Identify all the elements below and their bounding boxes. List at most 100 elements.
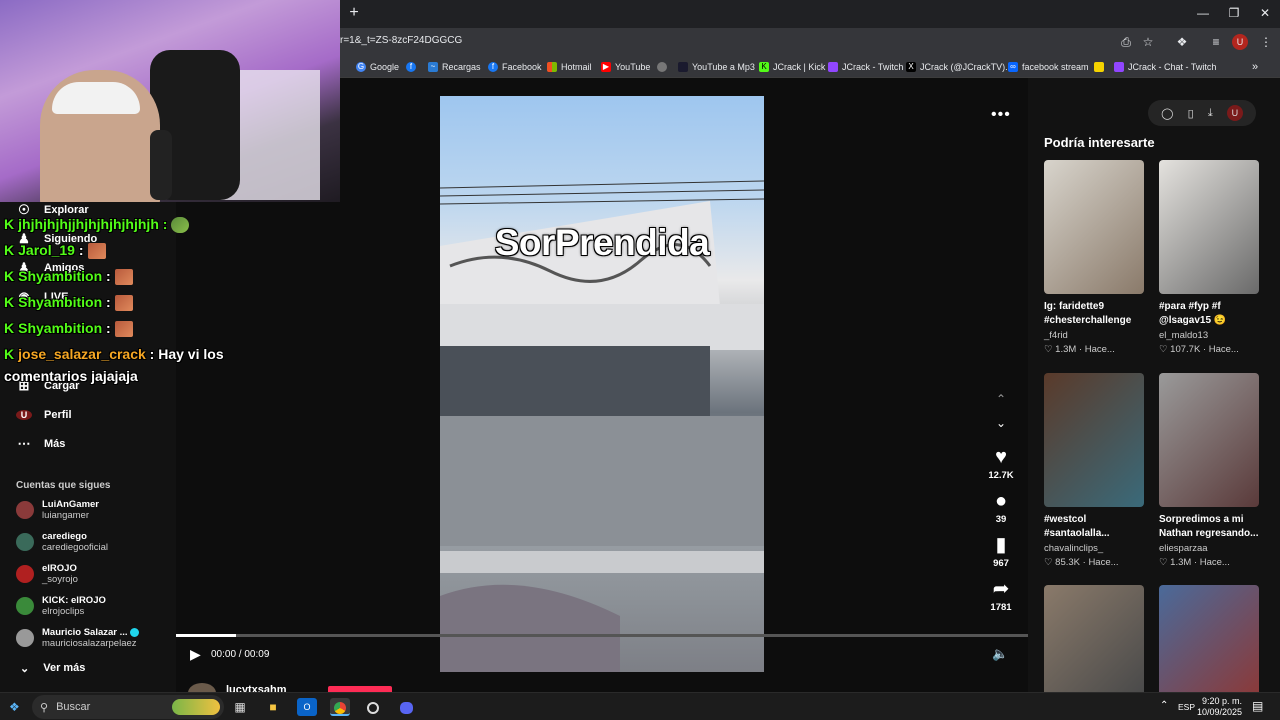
bookmark-globe[interactable]: [657, 60, 671, 74]
chat-message: K Shyambition :: [4, 320, 133, 338]
extensions-icon[interactable]: ❖: [1174, 34, 1190, 50]
heart-outline-icon: ♡: [1159, 557, 1168, 568]
video-thumbnail: [1159, 373, 1259, 507]
share-button[interactable]: ➦ 1781: [981, 578, 1021, 613]
discord-icon[interactable]: [396, 698, 416, 716]
like-button[interactable]: ♥ 12.7K: [981, 446, 1021, 481]
recommended-video-card[interactable]: [1044, 585, 1144, 692]
bookmark-facebook[interactable]: f Facebook: [488, 60, 542, 74]
x-icon: X: [906, 62, 916, 72]
followed-account[interactable]: Mauricio Salazar ... mauriciosalazarpela…: [16, 624, 140, 652]
avatar: [16, 597, 34, 615]
bookmark-yellow[interactable]: [1094, 60, 1108, 74]
nav-perfil[interactable]: U Perfil: [16, 405, 72, 425]
float-icon[interactable]: ◯: [1161, 107, 1173, 120]
bookmark-jcrack-chat-twitch[interactable]: JCrack - Chat - Twitch: [1114, 60, 1216, 74]
next-video-icon[interactable]: ⌄: [992, 416, 1010, 434]
restore-button[interactable]: ❐: [1219, 4, 1249, 22]
cast-icon[interactable]: ⎙: [1118, 34, 1134, 50]
previous-video-icon[interactable]: ⌃: [992, 392, 1010, 410]
language-indicator[interactable]: ESP: [1178, 702, 1195, 712]
youtube-icon: ▶: [601, 62, 611, 72]
taskbar-search[interactable]: ⚲ Buscar: [32, 695, 224, 719]
video-thumbnail: [1159, 160, 1259, 294]
recargas-icon: ~: [428, 62, 438, 72]
minimize-button[interactable]: —: [1188, 4, 1218, 22]
profile-avatar-icon[interactable]: U: [1232, 34, 1248, 50]
browser-menu-icon[interactable]: ⋮: [1258, 34, 1274, 50]
see-more-button[interactable]: ⌄ Ver más: [20, 662, 85, 675]
bookmark-hotmail[interactable]: Hotmail: [547, 60, 592, 74]
bookmark-jcrack-twitch[interactable]: JCrack - Twitch: [828, 60, 903, 74]
video-frame[interactable]: SorPrendida: [440, 96, 764, 672]
close-window-button[interactable]: ✕: [1250, 4, 1280, 22]
chat-message: K Shyambition :: [4, 268, 133, 286]
play-icon[interactable]: ▶: [190, 646, 201, 663]
task-view-icon[interactable]: ▦: [230, 698, 250, 716]
taskbar: ❖ ⚲ Buscar ▦ ■ O ⌃ ESP 9:20 p. m. 10/09/20…: [0, 692, 1280, 720]
outlook-icon[interactable]: O: [297, 698, 317, 716]
windows-start-icon[interactable]: ❖: [9, 700, 20, 714]
globe-icon: [657, 62, 667, 72]
video-caption: SorPrendida: [494, 222, 710, 263]
recommended-video-card[interactable]: Sorpredimos a mi Nathan regresando... el…: [1159, 373, 1259, 568]
recommended-video-card[interactable]: #westcol #santaolalla... chavalinclips_ …: [1044, 373, 1144, 568]
comment-icon: ●: [994, 490, 1008, 512]
bookmark-google[interactable]: G Google: [356, 60, 399, 74]
profile-avatar-icon[interactable]: U: [1226, 105, 1243, 121]
followed-account[interactable]: carediego carediegooficial: [16, 528, 108, 556]
media-controls-icon[interactable]: ≡: [1208, 34, 1224, 50]
twitch-icon: [828, 62, 838, 72]
bookmark-recargas[interactable]: ~ Recargas: [428, 60, 481, 74]
progress-bar[interactable]: [176, 634, 1028, 637]
chrome-icon[interactable]: [330, 698, 350, 716]
new-tab-button[interactable]: +: [345, 4, 363, 22]
recommended-video-card[interactable]: #para #fyp #f @lsagav15 😉 el_maldo13 ♡ 1…: [1159, 160, 1259, 355]
taskbar-clock[interactable]: 9:20 p. m. 10/09/2025: [1196, 696, 1242, 718]
system-tray-chevron-icon[interactable]: ⌃: [1160, 700, 1168, 711]
bookmark-jcrack-x[interactable]: X JCrack (@JCrackTV)...: [906, 60, 1013, 74]
download-icon[interactable]: ⤓: [1208, 107, 1213, 120]
more-options-icon[interactable]: •••: [991, 106, 1011, 124]
bookmark-facebook-stream[interactable]: ∞ facebook stream: [1008, 60, 1089, 74]
kick-badge-icon: K: [4, 294, 15, 310]
followed-account[interactable]: KICK: elROJO elrojoclips: [16, 592, 106, 620]
progress-fill: [176, 634, 236, 637]
chat-message: Kjhjhjhjhjjhjhjhjhjhjhjh :: [4, 216, 190, 234]
avatar: [16, 565, 34, 583]
bookmark-icon: ▮: [995, 534, 1007, 556]
face-emote-icon: [114, 295, 133, 312]
webcam-cap: [52, 82, 140, 114]
facebook-icon: f: [488, 62, 498, 72]
followed-account[interactable]: LuiAnGamer luiangamer: [16, 496, 99, 524]
avatar: [16, 501, 34, 519]
bookmarks-overflow-icon[interactable]: »: [1252, 60, 1258, 74]
search-highlight-icon: [172, 699, 220, 715]
nav-mas[interactable]: ⋯ Más: [16, 434, 66, 454]
obs-icon[interactable]: [363, 698, 383, 716]
bookmark-facebook-icon-only[interactable]: f: [406, 60, 420, 74]
microsoft-icon: [547, 62, 557, 72]
face-emote-icon: [87, 243, 106, 260]
kick-icon: K: [759, 62, 769, 72]
face-emote-icon: [114, 321, 133, 338]
phone-icon[interactable]: ▯: [1188, 107, 1194, 120]
file-explorer-icon[interactable]: ■: [263, 698, 283, 716]
bookmark-youtube-mp3[interactable]: YouTube a Mp3: [678, 60, 755, 74]
recommended-video-card[interactable]: Ig: faridette9 #chesterchallenge _f4rid …: [1044, 160, 1144, 355]
heart-icon: ♥: [995, 446, 1007, 468]
frog-emote-icon: [171, 217, 190, 234]
url-field[interactable]: r=1&_t=ZS-8zcF24DGGCG: [340, 35, 462, 46]
bookmark-jcrack-kick[interactable]: K JCrack | Kick: [759, 60, 825, 74]
followed-account[interactable]: elROJO _soyrojo: [16, 560, 78, 588]
bookmark-youtube[interactable]: ▶ YouTube: [601, 60, 650, 74]
recommended-video-card[interactable]: [1159, 585, 1259, 692]
notification-icon[interactable]: ▤: [1252, 699, 1263, 713]
video-thumbnail: [1044, 373, 1144, 507]
bookmark-star-icon[interactable]: ☆: [1140, 34, 1156, 50]
comment-button[interactable]: ● 39: [981, 490, 1021, 525]
volume-icon[interactable]: 🔈: [992, 646, 1008, 662]
video-thumbnail: [1159, 585, 1259, 692]
video-thumbnail: [1044, 160, 1144, 294]
save-button[interactable]: ▮ 967: [981, 534, 1021, 569]
